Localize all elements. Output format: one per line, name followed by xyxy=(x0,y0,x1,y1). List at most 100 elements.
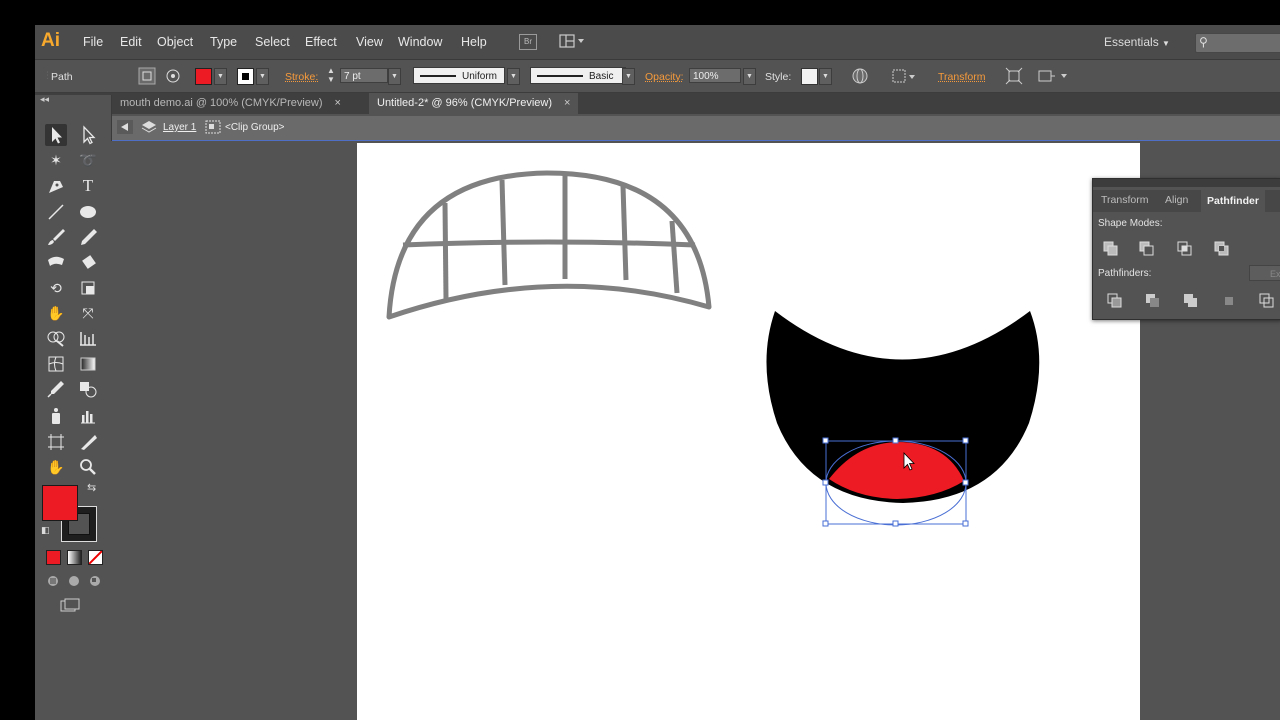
scale-tool-icon[interactable] xyxy=(77,277,99,299)
align-to-icon[interactable] xyxy=(891,67,917,88)
mesh-tool-icon[interactable] xyxy=(45,353,67,375)
unite-icon[interactable] xyxy=(1101,239,1121,259)
paintbrush-tool-icon[interactable] xyxy=(45,226,67,248)
eraser-tool-icon[interactable] xyxy=(77,251,99,273)
selection-tool-icon[interactable] xyxy=(45,124,67,146)
lasso-tool-icon[interactable]: ➰ xyxy=(77,149,99,171)
tab-align[interactable]: Align xyxy=(1165,194,1188,206)
opacity-dropdown[interactable]: ▼ xyxy=(743,68,756,85)
stroke-label[interactable]: Stroke: xyxy=(285,71,318,83)
arrange-grid-icon xyxy=(559,34,584,48)
tools-panel: ◂◂ ✶ ➰ T ⟲ ✋ ⤧ ✋ ⇆ ◧ xyxy=(35,94,112,720)
recolor-icon[interactable] xyxy=(164,67,182,88)
symbol-sprayer-tool-icon[interactable] xyxy=(45,405,67,427)
gradient-mode-icon[interactable] xyxy=(67,550,82,565)
stroke-stepper[interactable]: ▲ ▼ xyxy=(327,66,335,84)
brush-dropdown[interactable]: ▼ xyxy=(622,68,635,85)
close-icon[interactable]: × xyxy=(564,97,570,109)
arrange-documents-button[interactable] xyxy=(559,33,587,49)
menu-help[interactable]: Help xyxy=(461,35,487,49)
line-tool-icon[interactable] xyxy=(45,201,67,223)
zoom-tool-icon[interactable] xyxy=(77,456,99,478)
warp-tool-icon[interactable]: ✋ xyxy=(45,302,67,324)
blob-brush-tool-icon[interactable] xyxy=(45,251,67,273)
direct-selection-tool-icon[interactable] xyxy=(77,124,99,146)
isolate-icon[interactable] xyxy=(138,67,156,88)
fill-swatch[interactable] xyxy=(195,68,212,85)
pencil-tool-icon[interactable] xyxy=(77,226,99,248)
tab-transform[interactable]: Transform xyxy=(1101,194,1148,206)
expand-button[interactable]: Ex xyxy=(1249,265,1280,281)
teeth-grid-shape[interactable] xyxy=(386,170,712,320)
breadcrumb-layer[interactable]: Layer 1 xyxy=(163,122,196,133)
variable-width-profile[interactable]: Uniform xyxy=(413,67,505,84)
magic-wand-tool-icon[interactable]: ✶ xyxy=(45,149,67,171)
merge-icon[interactable] xyxy=(1181,291,1201,311)
slice-tool-icon[interactable] xyxy=(77,431,99,453)
menu-window[interactable]: Window xyxy=(398,35,442,49)
crop-icon[interactable] xyxy=(1219,291,1239,311)
shape-builder-tool-icon[interactable] xyxy=(45,327,67,349)
menu-object[interactable]: Object xyxy=(157,35,193,49)
intersect-icon[interactable] xyxy=(1175,239,1195,259)
artboard[interactable] xyxy=(357,143,1140,720)
divide-icon[interactable] xyxy=(1105,291,1125,311)
trim-icon[interactable] xyxy=(1143,291,1163,311)
breadcrumb-clip-group[interactable]: <Clip Group> xyxy=(225,122,284,133)
opacity-field[interactable]: 100% xyxy=(689,68,741,83)
style-label: Style: xyxy=(765,71,792,83)
ellipse-tool-icon[interactable] xyxy=(77,201,99,223)
bridge-button[interactable]: Br xyxy=(519,34,537,50)
globe-icon[interactable] xyxy=(851,67,869,88)
outline-icon[interactable] xyxy=(1257,291,1277,311)
menu-file[interactable]: File xyxy=(83,35,103,49)
transform-box-icon[interactable] xyxy=(1005,67,1023,88)
graph-tool-icon[interactable] xyxy=(77,405,99,427)
pen-tool-icon[interactable] xyxy=(45,175,67,197)
color-mode-icon[interactable] xyxy=(46,550,61,565)
type-tool-icon[interactable]: T xyxy=(77,175,99,197)
profile-dropdown[interactable]: ▼ xyxy=(507,68,520,85)
rotate-tool-icon[interactable]: ⟲ xyxy=(45,277,67,299)
menu-view[interactable]: View xyxy=(356,35,383,49)
menu-edit[interactable]: Edit xyxy=(120,35,142,49)
gradient-tool-icon[interactable] xyxy=(77,353,99,375)
blend-tool-icon[interactable] xyxy=(77,378,99,400)
transform-link[interactable]: Transform xyxy=(938,71,985,83)
screen-mode-icon[interactable] xyxy=(59,598,83,617)
fill-dropdown[interactable]: ▼ xyxy=(214,68,227,85)
hand-tool-icon[interactable]: ✋ xyxy=(45,456,67,478)
fill-color-front[interactable] xyxy=(42,485,78,521)
perspective-grid-tool-icon[interactable] xyxy=(77,327,99,349)
default-colors-icon[interactable]: ◧ xyxy=(41,525,50,536)
draw-normal-icon[interactable] xyxy=(46,573,106,592)
none-mode-icon[interactable] xyxy=(88,550,103,565)
tab-mouth-demo[interactable]: mouth demo.ai @ 100% (CMYK/Preview) × xyxy=(112,93,349,114)
minus-front-icon[interactable] xyxy=(1137,239,1157,259)
panel-options-icon[interactable] xyxy=(1037,67,1071,88)
stroke-weight-field[interactable]: 7 pt xyxy=(340,68,388,83)
style-dropdown[interactable]: ▼ xyxy=(819,68,832,85)
panel-header[interactable] xyxy=(1093,179,1280,187)
artboard-tool-icon[interactable] xyxy=(45,431,67,453)
workspace-switcher[interactable]: Essentials ▼ xyxy=(1104,35,1170,49)
close-icon[interactable]: × xyxy=(335,97,341,109)
graphic-style-swatch[interactable] xyxy=(801,68,818,85)
stroke-swatch[interactable] xyxy=(237,68,254,85)
menu-effect[interactable]: Effect xyxy=(305,35,337,49)
collapse-panel-icon[interactable]: ◂◂ xyxy=(40,94,49,105)
opacity-label[interactable]: Opacity: xyxy=(645,71,684,83)
brush-definition[interactable]: Basic xyxy=(530,67,626,84)
menu-type[interactable]: Type xyxy=(210,35,237,49)
stroke-dropdown[interactable]: ▼ xyxy=(256,68,269,85)
menu-select[interactable]: Select xyxy=(255,35,290,49)
swap-fill-stroke-icon[interactable]: ⇆ xyxy=(87,481,96,494)
tab-untitled-2[interactable]: Untitled-2* @ 96% (CMYK/Preview) × xyxy=(369,93,579,114)
tab-pathfinder[interactable]: Pathfinder xyxy=(1201,190,1265,212)
exclude-icon[interactable] xyxy=(1212,239,1232,259)
search-input[interactable]: ⚲ xyxy=(1195,33,1280,53)
eyedropper-tool-icon[interactable] xyxy=(45,378,67,400)
stroke-weight-dropdown[interactable]: ▼ xyxy=(388,68,401,85)
back-arrow-icon[interactable] xyxy=(117,120,133,137)
free-transform-tool-icon[interactable]: ⤧ xyxy=(77,302,99,324)
